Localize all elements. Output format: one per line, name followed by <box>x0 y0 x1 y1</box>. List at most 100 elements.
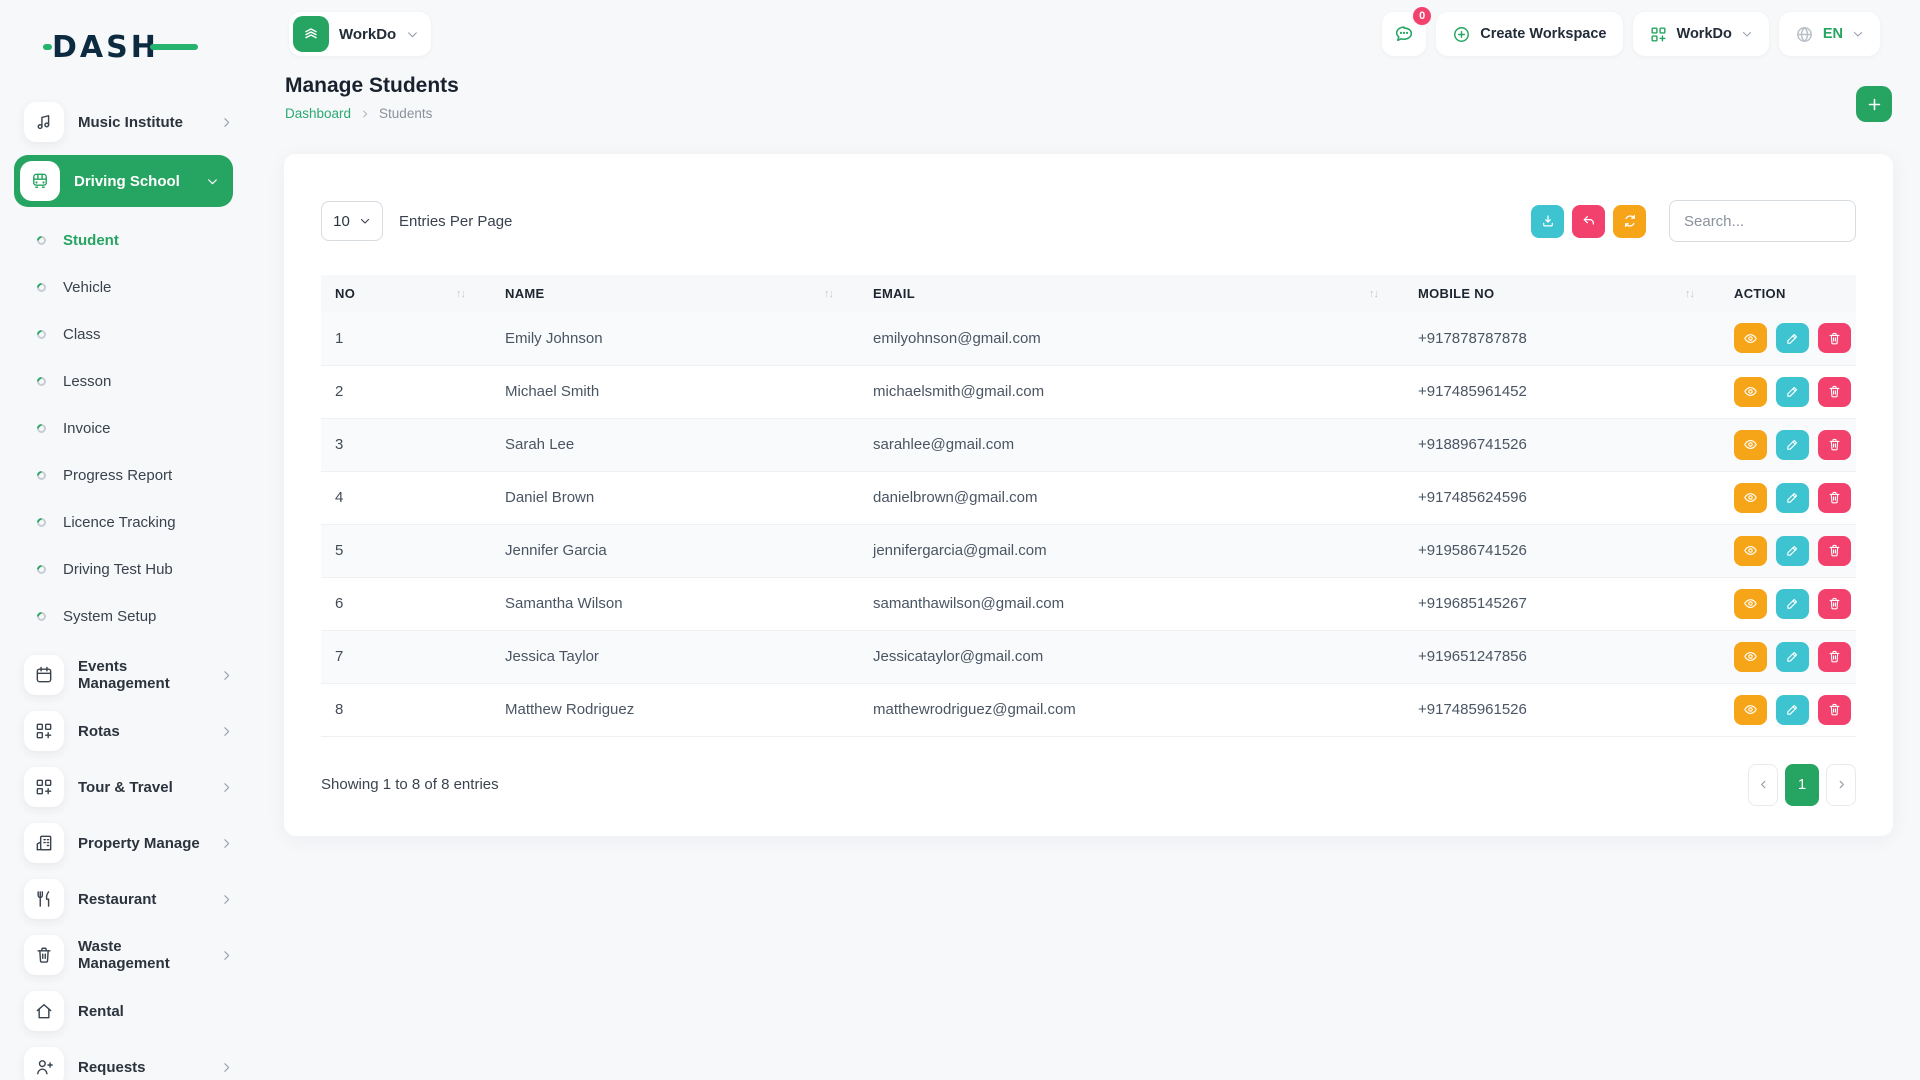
edit-button[interactable] <box>1776 642 1809 672</box>
sidebar-subitem-driving-test-hub[interactable]: Driving Test Hub <box>18 546 233 593</box>
delete-button[interactable] <box>1818 483 1851 513</box>
sidebar-item-label: Rental <box>78 1003 233 1020</box>
plus-circle-icon <box>1452 25 1471 44</box>
cell-email: samanthawilson@gmail.com <box>859 577 1404 630</box>
entries-per-page-select[interactable]: 10 <box>321 201 383 241</box>
sidebar-subitem-licence-tracking[interactable]: Licence Tracking <box>18 499 233 546</box>
sidebar-item-waste-management[interactable]: Waste Management <box>18 932 233 978</box>
cell-name: Michael Smith <box>491 365 859 418</box>
breadcrumb: Dashboard Students <box>285 106 459 121</box>
chevron-down-icon <box>206 175 219 188</box>
table-controls: 10 Entries Per Page <box>321 200 1856 242</box>
bus-icon <box>20 161 60 201</box>
workdo-menu-button[interactable]: WorkDo <box>1633 12 1769 56</box>
sidebar-subitem-vehicle[interactable]: Vehicle <box>18 264 233 311</box>
cell-email: jennifergarcia@gmail.com <box>859 524 1404 577</box>
row-actions <box>1734 323 1856 353</box>
edit-button[interactable] <box>1776 430 1809 460</box>
undo-button[interactable] <box>1572 205 1605 238</box>
sidebar-item-restaurant[interactable]: Restaurant <box>18 876 233 922</box>
breadcrumb-dashboard-link[interactable]: Dashboard <box>285 106 351 121</box>
plus-icon <box>1866 96 1883 113</box>
create-workspace-button[interactable]: Create Workspace <box>1436 12 1622 56</box>
bullet-icon <box>35 375 48 388</box>
messages-button[interactable]: 0 <box>1382 12 1426 56</box>
table-row: 2Michael Smithmichaelsmith@gmail.com+917… <box>321 365 1856 418</box>
delete-button[interactable] <box>1818 430 1851 460</box>
sidebar-item-music-institute[interactable]: Music Institute <box>18 99 233 145</box>
sort-icon[interactable]: ↑↓ <box>1369 288 1378 300</box>
pagination-prev-button[interactable] <box>1748 764 1778 806</box>
home-icon <box>24 991 64 1031</box>
cell-mobile: +917878787878 <box>1404 312 1720 365</box>
cell-no: 5 <box>321 524 491 577</box>
view-button[interactable] <box>1734 483 1767 513</box>
sort-icon[interactable]: ↑↓ <box>456 288 465 300</box>
delete-button[interactable] <box>1818 377 1851 407</box>
row-actions <box>1734 695 1856 725</box>
sidebar-item-events-management[interactable]: Events Management <box>18 652 233 698</box>
pagination-page-1[interactable]: 1 <box>1785 764 1819 806</box>
app-logo[interactable]: DASH <box>52 30 182 65</box>
sidebar-subitem-label: System Setup <box>63 608 156 625</box>
view-button[interactable] <box>1734 589 1767 619</box>
workspace-layers-icon <box>293 16 329 52</box>
view-button[interactable] <box>1734 536 1767 566</box>
export-download-button[interactable] <box>1531 205 1564 238</box>
cell-name: Daniel Brown <box>491 471 859 524</box>
sidebar-item-label: Driving School <box>74 173 192 190</box>
add-student-button[interactable] <box>1856 86 1892 122</box>
view-button[interactable] <box>1734 642 1767 672</box>
sidebar-subitem-label: Progress Report <box>63 467 172 484</box>
sidebar-item-label: Events Management <box>78 658 206 692</box>
sidebar-submenu: Student Vehicle ClassLessonInvoice Progress… <box>18 217 233 640</box>
search-input[interactable] <box>1669 200 1856 242</box>
chat-icon <box>1393 23 1415 45</box>
sidebar-item-tour-travel[interactable]: Tour & Travel <box>18 764 233 810</box>
workspace-selector[interactable]: WorkDo <box>289 12 431 56</box>
delete-button[interactable] <box>1818 323 1851 353</box>
edit-button[interactable] <box>1776 377 1809 407</box>
delete-button[interactable] <box>1818 536 1851 566</box>
column-header-no[interactable]: NO↑↓ <box>321 275 491 312</box>
table-footer: Showing 1 to 8 of 8 entries 1 <box>321 764 1856 806</box>
refresh-button[interactable] <box>1613 205 1646 238</box>
language-selector[interactable]: EN <box>1779 12 1880 56</box>
sidebar-subitem-label: Vehicle <box>63 279 111 296</box>
sidebar-subitem-lesson[interactable]: Lesson <box>18 358 233 405</box>
delete-button[interactable] <box>1818 642 1851 672</box>
column-header-mobile-no[interactable]: MOBILE NO↑↓ <box>1404 275 1720 312</box>
sidebar-subitem-system-setup[interactable]: System Setup <box>18 593 233 640</box>
breadcrumb-current: Students <box>379 106 432 121</box>
delete-button[interactable] <box>1818 695 1851 725</box>
view-button[interactable] <box>1734 377 1767 407</box>
sidebar-subitem-invoice[interactable]: Invoice <box>18 405 233 452</box>
sidebar-item-property-manage[interactable]: Property Manage <box>18 820 233 866</box>
sort-icon[interactable]: ↑↓ <box>1685 288 1694 300</box>
building-icon <box>24 823 64 863</box>
edit-button[interactable] <box>1776 483 1809 513</box>
sidebar-item-driving-school[interactable]: Driving School <box>14 155 233 207</box>
sort-icon[interactable]: ↑↓ <box>824 288 833 300</box>
table-header-row: NO↑↓NAME↑↓EMAIL↑↓MOBILE NO↑↓ACTION <box>321 275 1856 312</box>
edit-button[interactable] <box>1776 695 1809 725</box>
delete-button[interactable] <box>1818 589 1851 619</box>
sidebar-subitem-progress-report[interactable]: Progress Report <box>18 452 233 499</box>
sidebar-subitem-student[interactable]: Student <box>18 217 233 264</box>
students-table: NO↑↓NAME↑↓EMAIL↑↓MOBILE NO↑↓ACTION 1Emil… <box>321 275 1856 737</box>
view-button[interactable] <box>1734 695 1767 725</box>
edit-button[interactable] <box>1776 589 1809 619</box>
pagination-next-button[interactable] <box>1826 764 1856 806</box>
column-header-name[interactable]: NAME↑↓ <box>491 275 859 312</box>
chevron-right-icon <box>220 781 233 794</box>
sidebar-item-rental[interactable]: Rental <box>18 988 233 1034</box>
view-button[interactable] <box>1734 323 1767 353</box>
cell-no: 7 <box>321 630 491 683</box>
column-header-email[interactable]: EMAIL↑↓ <box>859 275 1404 312</box>
sidebar-subitem-class[interactable]: Class <box>18 311 233 358</box>
edit-button[interactable] <box>1776 323 1809 353</box>
sidebar-item-rotas[interactable]: Rotas <box>18 708 233 754</box>
sidebar-item-requests[interactable]: Requests <box>18 1044 233 1080</box>
view-button[interactable] <box>1734 430 1767 460</box>
edit-button[interactable] <box>1776 536 1809 566</box>
